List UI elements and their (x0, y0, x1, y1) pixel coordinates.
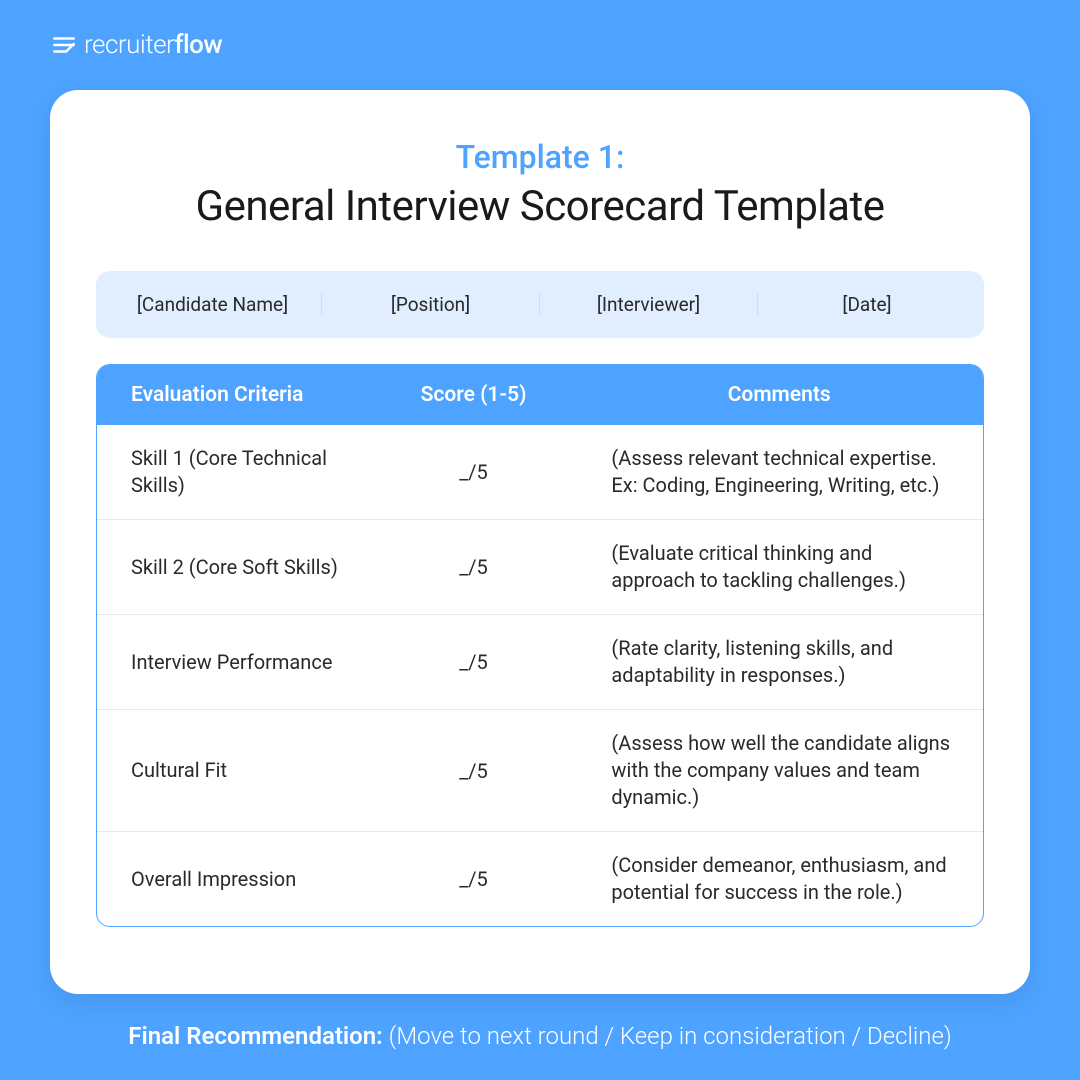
card-header: Template 1: General Interview Scorecard … (96, 138, 984, 231)
cell-score: _/5 (372, 460, 576, 484)
cell-comment: (Consider demeanor, enthusiasm, and pote… (575, 852, 983, 906)
table-row: Interview Performance _/5 (Rate clarity,… (97, 614, 983, 709)
score-table: Evaluation Criteria Score (1-5) Comments… (96, 364, 984, 927)
meta-candidate: [Candidate Name] (104, 293, 322, 316)
cell-comment: (Assess relevant technical expertise. Ex… (575, 445, 983, 499)
meta-date: [Date] (758, 293, 976, 316)
cell-criteria: Skill 1 (Core Technical Skills) (97, 445, 372, 499)
logo-icon (50, 31, 78, 59)
cell-score: _/5 (372, 650, 576, 674)
cell-criteria: Skill 2 (Core Soft Skills) (97, 554, 372, 581)
scorecard-card: Template 1: General Interview Scorecard … (50, 90, 1030, 994)
cell-criteria: Cultural Fit (97, 757, 372, 784)
cell-score: _/5 (372, 759, 576, 783)
template-label: Template 1: (96, 138, 984, 176)
meta-interviewer: [Interviewer] (540, 293, 758, 316)
cell-comment: (Assess how well the candidate aligns wi… (575, 730, 983, 811)
cell-comment: (Evaluate critical thinking and approach… (575, 540, 983, 594)
brand-logo: recruiterflow (50, 30, 1030, 60)
template-title: General Interview Scorecard Template (96, 182, 984, 231)
final-label: Final Recommendation: (128, 1022, 388, 1050)
table-row: Cultural Fit _/5 (Assess how well the ca… (97, 709, 983, 831)
table-row: Skill 1 (Core Technical Skills) _/5 (Ass… (97, 425, 983, 519)
table-body: Skill 1 (Core Technical Skills) _/5 (Ass… (97, 425, 983, 926)
th-comments: Comments (575, 383, 983, 407)
table-row: Skill 2 (Core Soft Skills) _/5 (Evaluate… (97, 519, 983, 614)
cell-comment: (Rate clarity, listening skills, and ada… (575, 635, 983, 689)
meta-position: [Position] (322, 293, 540, 316)
th-criteria: Evaluation Criteria (97, 383, 372, 407)
th-score: Score (1-5) (372, 383, 576, 407)
cell-criteria: Interview Performance (97, 649, 372, 676)
logo-text-part1: recruiter (84, 30, 174, 60)
meta-row: [Candidate Name] [Position] [Interviewer… (96, 271, 984, 338)
final-options: (Move to next round / Keep in considerat… (389, 1022, 952, 1050)
table-row: Overall Impression _/5 (Consider demeano… (97, 831, 983, 926)
table-head: Evaluation Criteria Score (1-5) Comments (97, 365, 983, 425)
logo-text-part2: flow (174, 30, 222, 60)
final-recommendation: Final Recommendation: (Move to next roun… (50, 1022, 1030, 1050)
cell-score: _/5 (372, 867, 576, 891)
cell-criteria: Overall Impression (97, 866, 372, 893)
cell-score: _/5 (372, 555, 576, 579)
logo-text: recruiterflow (84, 30, 222, 60)
